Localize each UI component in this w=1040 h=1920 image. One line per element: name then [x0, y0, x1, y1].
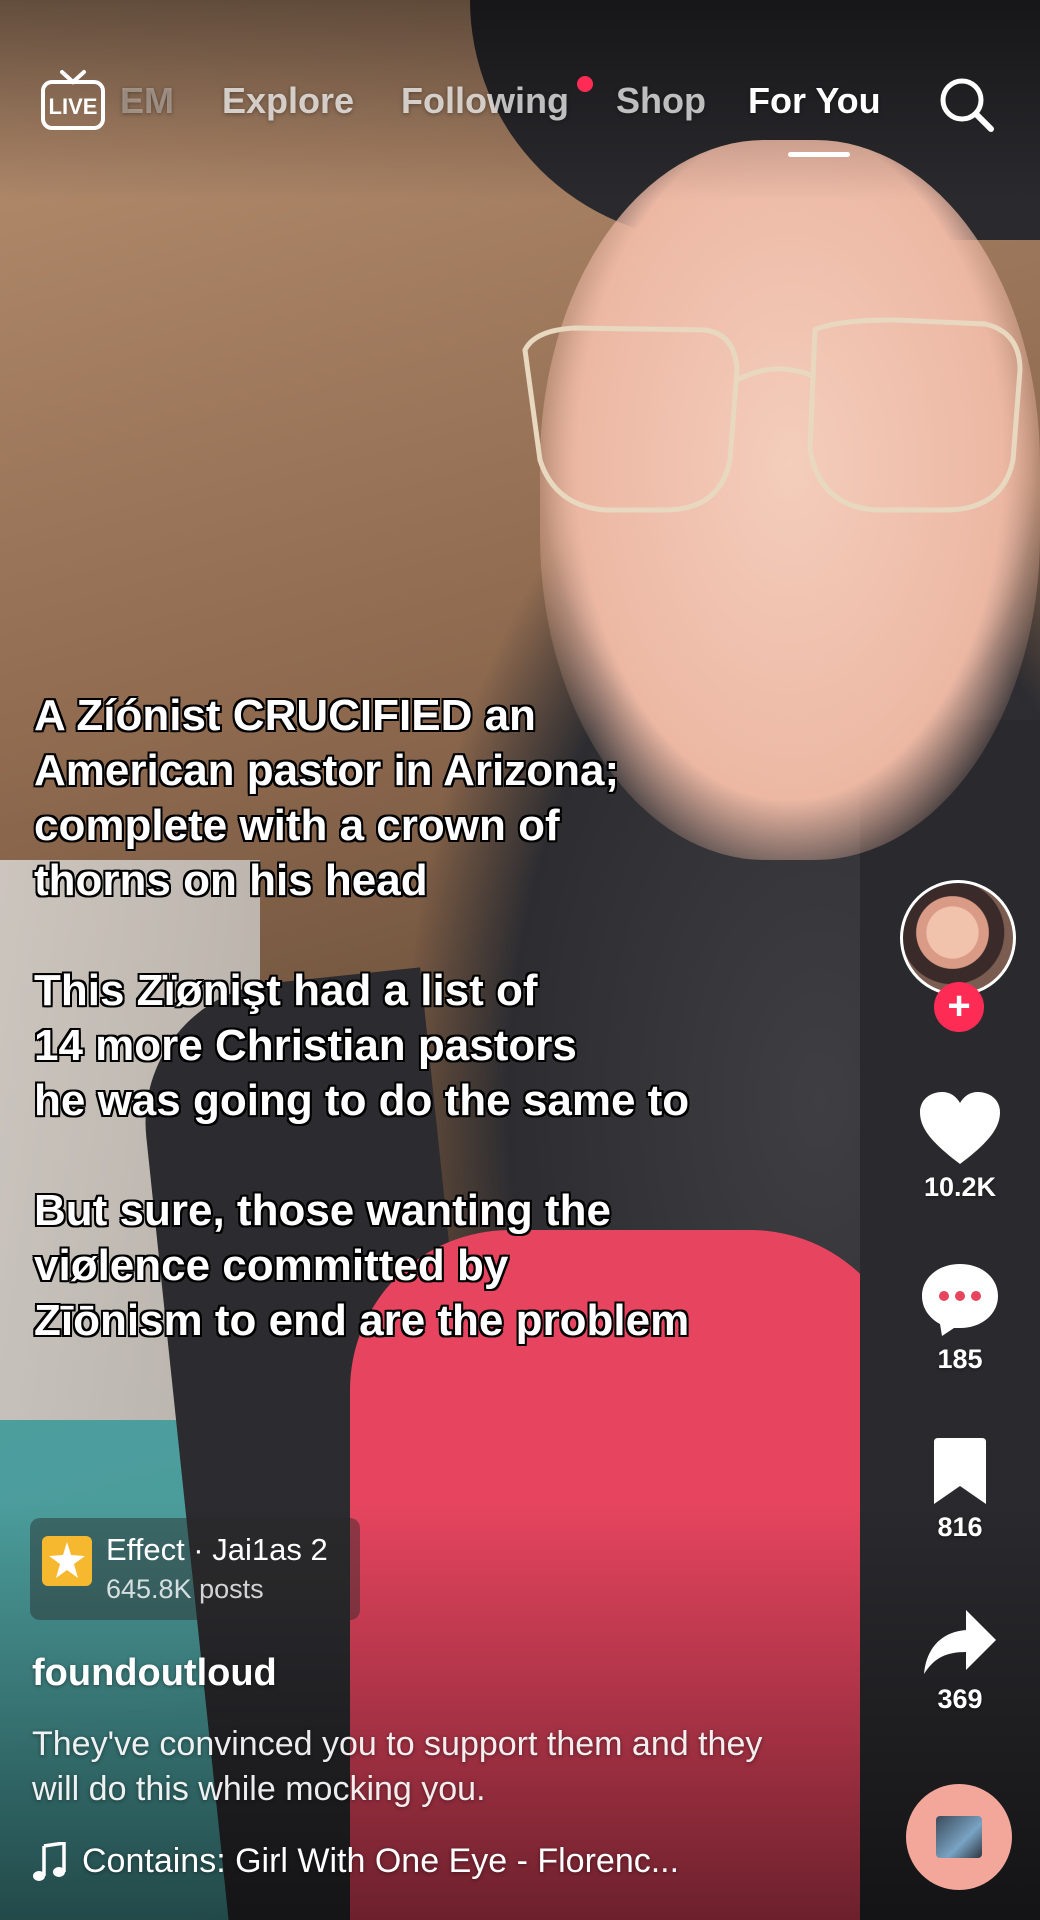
video-overlay-text: A Zíónist CRUCIFIED an American pastor i…: [34, 688, 814, 1348]
like-button[interactable]: 10.2K: [900, 1090, 1020, 1203]
share-button[interactable]: 369: [900, 1608, 1020, 1715]
like-count: 10.2K: [923, 1172, 997, 1202]
effect-chip[interactable]: Effect · Jai1as 2 645.8K posts: [30, 1518, 360, 1620]
creator-avatar-group: +: [900, 880, 1020, 1032]
tab-following[interactable]: Following: [401, 80, 569, 122]
bookmark-icon: [934, 1438, 986, 1504]
top-navigation: LIVE EM Explore Following Shop For You: [0, 68, 1040, 157]
video-feed-screen[interactable]: LIVE EM Explore Following Shop For You A…: [0, 0, 1040, 1920]
comment-count: 185: [937, 1344, 983, 1374]
bookmark-button[interactable]: 816: [900, 1436, 1020, 1543]
search-icon[interactable]: [936, 74, 996, 134]
active-tab-indicator: [788, 152, 850, 157]
heart-icon: [920, 1092, 1000, 1164]
bookmark-count: 816: [937, 1512, 983, 1542]
music-disc-button[interactable]: [906, 1784, 1012, 1890]
music-title: Contains: Girl With One Eye - Florenc...: [82, 1842, 680, 1880]
live-label: LIVE: [49, 94, 98, 119]
tab-for-you[interactable]: For You: [748, 80, 881, 122]
tab-em[interactable]: EM: [120, 80, 174, 122]
music-note-icon: [33, 1842, 66, 1881]
effect-post-count: 645.8K posts: [106, 1574, 264, 1604]
share-icon: [924, 1610, 996, 1674]
music-cover-thumbnail: [936, 1816, 982, 1858]
overlay-paragraph-2: This Zïønişt had a list of 14 more Chris…: [34, 966, 690, 1125]
effect-icon: [42, 1536, 92, 1586]
effect-name: Effect · Jai1as 2: [106, 1532, 328, 1567]
live-icon[interactable]: LIVE: [40, 68, 106, 132]
tab-shop[interactable]: Shop: [616, 80, 706, 122]
overlay-paragraph-3: But sure, those wanting the viølence com…: [34, 1186, 690, 1345]
post-caption[interactable]: They've convinced you to support them an…: [32, 1722, 792, 1812]
comment-button[interactable]: 185: [900, 1262, 1020, 1375]
tab-explore[interactable]: Explore: [222, 80, 354, 122]
comment-icon: [922, 1264, 998, 1336]
overlay-paragraph-1: A Zíónist CRUCIFIED an American pastor i…: [34, 691, 620, 905]
share-count: 369: [937, 1684, 983, 1714]
background-glasses: [522, 317, 1023, 513]
follow-button[interactable]: +: [934, 982, 984, 1032]
avatar[interactable]: [900, 880, 1016, 996]
creator-username[interactable]: foundoutloud: [32, 1652, 277, 1695]
following-notification-dot: [577, 76, 593, 92]
